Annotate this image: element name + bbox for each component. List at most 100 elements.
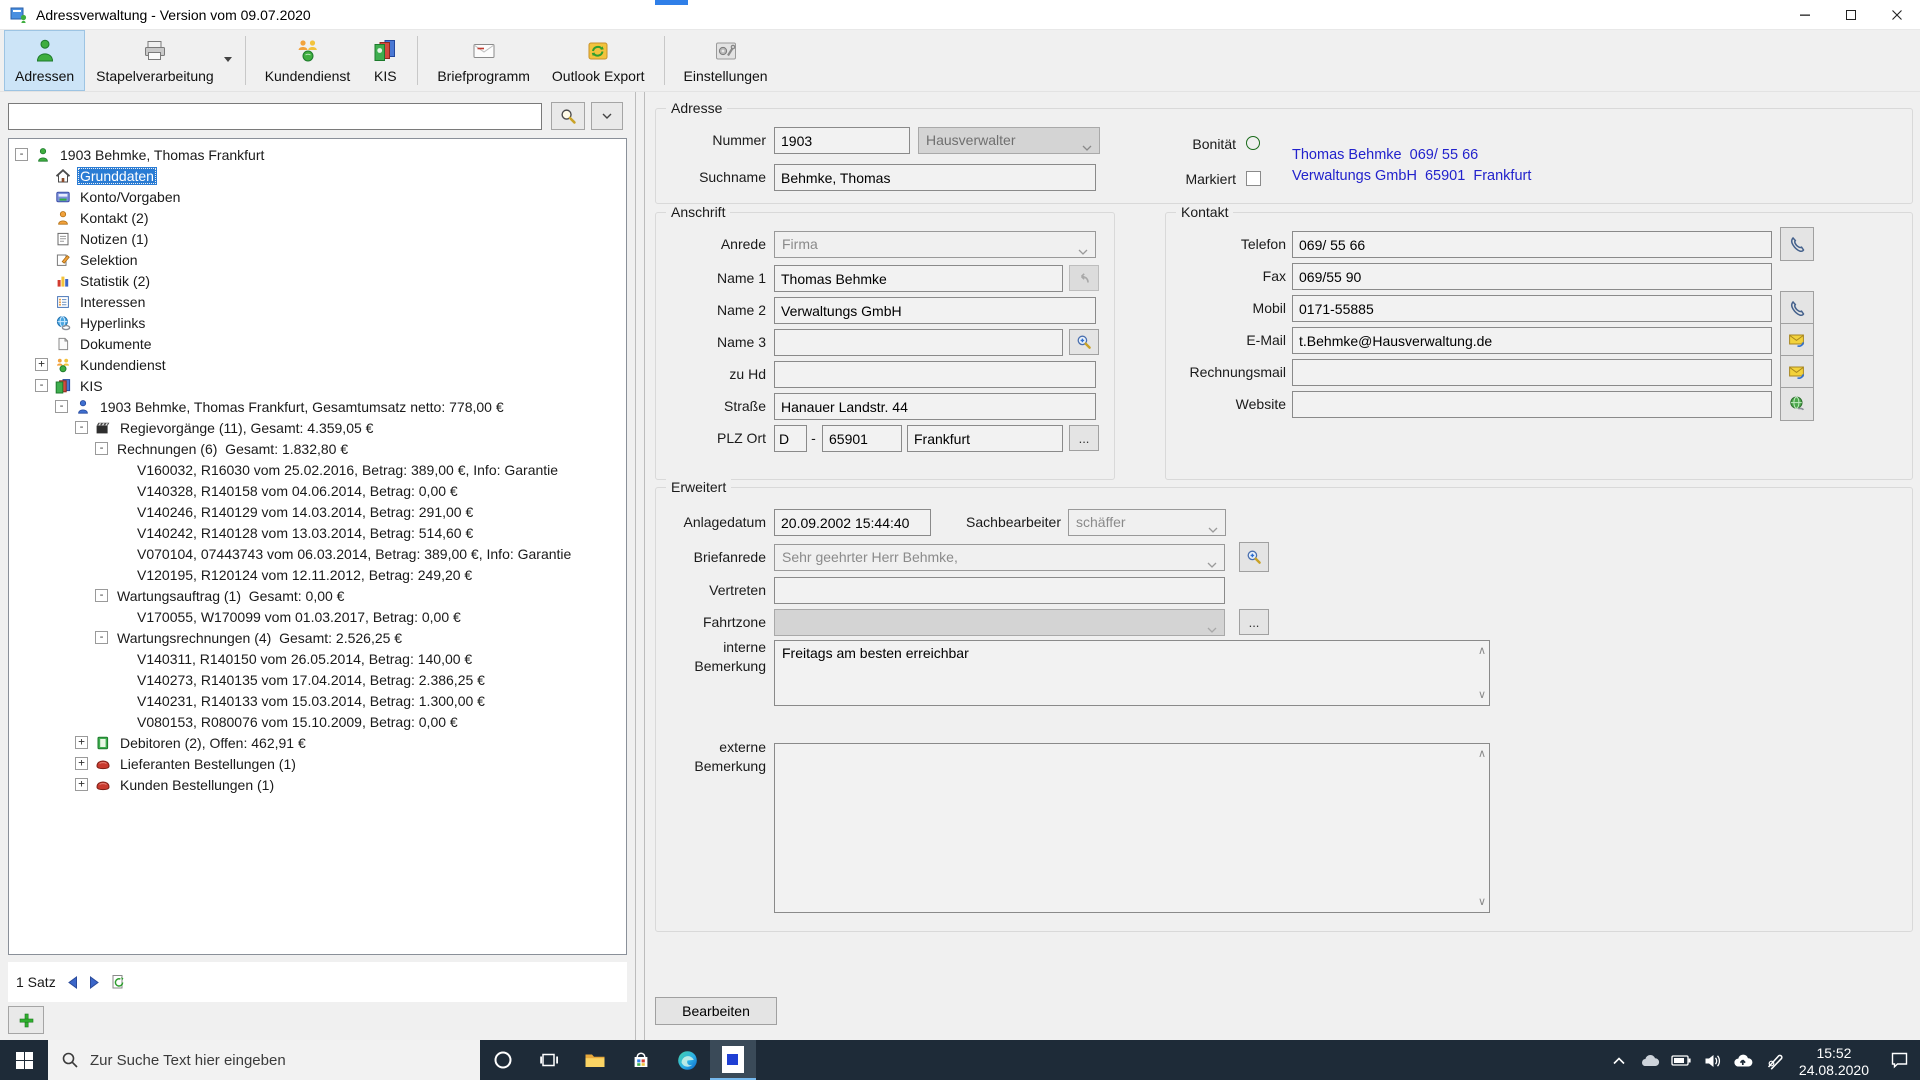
tree-item[interactable]: -Rechnungen (6) Gesamt: 1.832,80 €	[9, 438, 626, 459]
toolbar-button-kundendienst[interactable]: Kundendienst	[254, 30, 362, 91]
tree-item-label[interactable]: V140231, R140133 vom 15.03.2014, Betrag:…	[134, 692, 488, 710]
fahrtzone-lookup-button[interactable]: ...	[1239, 609, 1269, 635]
collapse-expander-icon[interactable]: -	[95, 631, 108, 644]
search-options-dropdown-button[interactable]	[591, 102, 623, 130]
tree-item[interactable]: Hyperlinks	[9, 312, 626, 333]
toolbar-button-stapelverarbeitung[interactable]: Stapelverarbeitung	[85, 30, 237, 91]
tree-item-label[interactable]: 1903 Behmke, Thomas Frankfurt	[57, 146, 267, 164]
expand-expander-icon[interactable]: +	[35, 358, 48, 371]
tree-item-label[interactable]: Debitoren (2), Offen: 462,91 €	[117, 734, 309, 752]
dial-telefon-button[interactable]	[1780, 227, 1814, 261]
name-lookup-button[interactable]	[1069, 329, 1099, 355]
tree-item-label[interactable]: Statistik (2)	[77, 272, 153, 290]
tree[interactable]: - 1903 Behmke, Thomas Frankfurt Grunddaten…	[8, 138, 627, 955]
name3-field[interactable]	[774, 329, 1063, 356]
collapse-expander-icon[interactable]: -	[95, 442, 108, 455]
tree-item-label[interactable]: Kontakt (2)	[77, 209, 151, 227]
taskbar-app-adressverwaltung[interactable]	[710, 1040, 756, 1080]
briefanrede-select[interactable]: Sehr geehrter Herr Behmke,	[774, 544, 1225, 571]
tree-item-label[interactable]: Kunden Bestellungen (1)	[117, 776, 277, 794]
scroll-down-icon[interactable]: ∨	[1478, 690, 1486, 700]
tree-item-label[interactable]: Grunddaten	[77, 167, 157, 185]
tree-item[interactable]: Konto/Vorgaben	[9, 186, 626, 207]
name1-field[interactable]	[774, 265, 1063, 292]
tree-item-label[interactable]: 1903 Behmke, Thomas Frankfurt, Gesamtums…	[97, 398, 507, 416]
tree-item-label[interactable]: Konto/Vorgaben	[77, 188, 183, 206]
tree-item-label[interactable]: V120195, R120124 vom 12.11.2012, Betrag:…	[134, 566, 475, 584]
tree-item-label[interactable]: Dokumente	[77, 335, 155, 353]
close-button[interactable]	[1874, 0, 1920, 29]
send-email-button[interactable]	[1780, 323, 1814, 357]
tree-item-label[interactable]: Lieferanten Bestellungen (1)	[117, 755, 299, 773]
mobil-field[interactable]	[1292, 295, 1772, 322]
tree-item-label[interactable]: V140328, R140158 vom 04.06.2014, Betrag:…	[134, 482, 461, 500]
tree-item-label[interactable]: V080153, R080076 vom 15.10.2009, Betrag:…	[134, 713, 461, 731]
scroll-up-icon[interactable]: ∧	[1478, 749, 1486, 759]
tree-item[interactable]: V070104, 07443743 vom 06.03.2014, Betrag…	[9, 543, 626, 564]
tree-item-label[interactable]: Notizen (1)	[77, 230, 151, 248]
tree-item-label[interactable]: V140273, R140135 vom 17.04.2014, Betrag:…	[134, 671, 488, 689]
suchname-field[interactable]	[774, 164, 1096, 191]
minimize-button[interactable]	[1782, 0, 1828, 29]
toolbar-button-outlook-export[interactable]: Outlook Export	[541, 30, 656, 91]
markiert-checkbox[interactable]	[1246, 171, 1261, 186]
open-website-button[interactable]	[1780, 387, 1814, 421]
tree-item[interactable]: -KIS	[9, 375, 626, 396]
zuhd-field[interactable]	[774, 361, 1096, 388]
tree-item[interactable]: V140328, R140158 vom 04.06.2014, Betrag:…	[9, 480, 626, 501]
collapse-expander-icon[interactable]: -	[55, 400, 68, 413]
action-center-button[interactable]	[1878, 1040, 1920, 1080]
tree-item[interactable]: V140231, R140133 vom 15.03.2014, Betrag:…	[9, 690, 626, 711]
tree-item-label[interactable]: Wartungsauftrag (1) Gesamt: 0,00 €	[114, 587, 347, 605]
tree-item-label[interactable]: Selektion	[77, 251, 141, 269]
scroll-down-icon[interactable]: ∨	[1478, 897, 1486, 907]
search-button[interactable]	[551, 102, 585, 130]
nummer-field[interactable]	[774, 127, 910, 154]
fax-field[interactable]	[1292, 263, 1772, 290]
tree-item-label[interactable]: Regievorgänge (11), Gesamt: 4.359,05 €	[117, 419, 376, 437]
tree-item[interactable]: - 1903 Behmke, Thomas Frankfurt	[9, 144, 626, 165]
email-field[interactable]	[1292, 327, 1772, 354]
tree-item[interactable]: - Regievorgänge (11), Gesamt: 4.359,05 €	[9, 417, 626, 438]
tree-item-label[interactable]: V140311, R140150 vom 26.05.2014, Betrag:…	[134, 650, 475, 668]
start-button[interactable]	[0, 1040, 48, 1080]
tree-item-label[interactable]: Hyperlinks	[77, 314, 148, 332]
collapse-expander-icon[interactable]: -	[15, 148, 28, 161]
battery-icon[interactable]	[1666, 1040, 1697, 1080]
tree-item[interactable]: V080153, R080076 vom 15.10.2009, Betrag:…	[9, 711, 626, 732]
telefon-field[interactable]	[1292, 231, 1772, 258]
store-button[interactable]	[618, 1040, 664, 1080]
collapse-expander-icon[interactable]: -	[95, 589, 108, 602]
plz-field[interactable]	[822, 425, 902, 452]
collapse-expander-icon[interactable]: -	[75, 421, 88, 434]
tree-item[interactable]: Interessen	[9, 291, 626, 312]
tree-item-label[interactable]: Wartungsrechnungen (4) Gesamt: 2.526,25 …	[114, 629, 405, 647]
ort-field[interactable]	[907, 425, 1063, 452]
cloud-upload-icon[interactable]	[1728, 1040, 1759, 1080]
tree-item[interactable]: -Wartungsauftrag (1) Gesamt: 0,00 €	[9, 585, 626, 606]
briefanrede-lookup-button[interactable]	[1239, 542, 1269, 572]
externe-bemerkung-field[interactable]	[774, 743, 1490, 913]
task-view-button[interactable]	[526, 1040, 572, 1080]
tree-item[interactable]: - 1903 Behmke, Thomas Frankfurt, Gesamtum…	[9, 396, 626, 417]
tree-item-label[interactable]: Kundendienst	[77, 356, 169, 374]
vertreten-field[interactable]	[774, 577, 1225, 604]
tree-item[interactable]: Grunddaten	[9, 165, 626, 186]
tree-item[interactable]: Notizen (1)	[9, 228, 626, 249]
tree-item[interactable]: -Wartungsrechnungen (4) Gesamt: 2.526,25…	[9, 627, 626, 648]
toolbar-button-einstellungen[interactable]: Einstellungen	[673, 30, 779, 91]
volume-icon[interactable]	[1697, 1040, 1728, 1080]
tree-item[interactable]: V170055, W170099 vom 01.03.2017, Betrag:…	[9, 606, 626, 627]
send-rechnungsmail-button[interactable]	[1780, 355, 1814, 389]
tree-item-label[interactable]: V160032, R16030 vom 25.02.2016, Betrag: …	[134, 461, 561, 479]
tree-item[interactable]: V140242, R140128 vom 13.03.2014, Betrag:…	[9, 522, 626, 543]
taskbar-search[interactable]: Zur Suche Text hier eingeben	[48, 1040, 480, 1080]
tree-item-label[interactable]: Rechnungen (6) Gesamt: 1.832,80 €	[114, 440, 351, 458]
tree-item-label[interactable]: KIS	[77, 377, 106, 395]
tree-item[interactable]: V140273, R140135 vom 17.04.2014, Betrag:…	[9, 669, 626, 690]
tree-item[interactable]: V120195, R120124 vom 12.11.2012, Betrag:…	[9, 564, 626, 585]
maximize-button[interactable]	[1828, 0, 1874, 29]
tree-item[interactable]: + Kundendienst	[9, 354, 626, 375]
tree-item[interactable]: +Lieferanten Bestellungen (1)	[9, 753, 626, 774]
tree-item-label[interactable]: Interessen	[77, 293, 148, 311]
